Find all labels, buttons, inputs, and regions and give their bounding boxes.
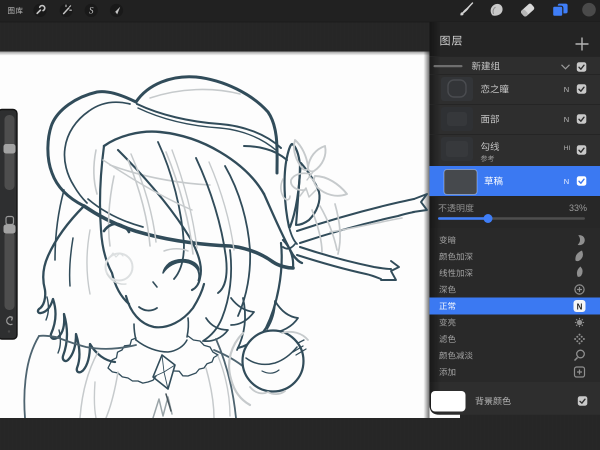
svg-text:N: N [564, 85, 569, 94]
svg-text:N: N [564, 177, 569, 186]
svg-text:N: N [564, 115, 569, 124]
svg-text:HI: HI [564, 145, 571, 152]
svg-text:33%: 33% [569, 203, 587, 213]
svg-text:N: N [577, 303, 583, 312]
svg-text:S: S [89, 6, 94, 16]
